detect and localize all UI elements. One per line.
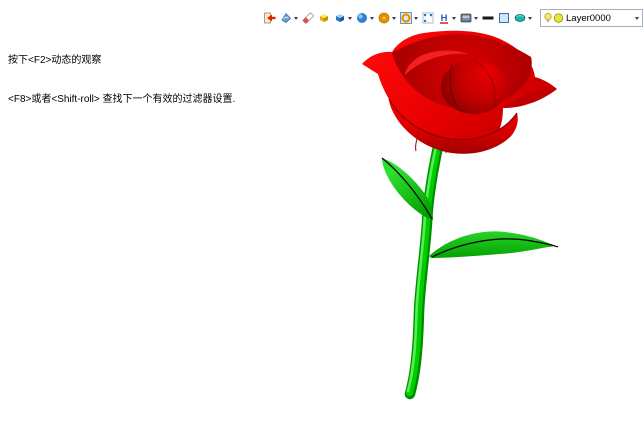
lightbulb-icon[interactable] [543, 12, 553, 24]
sphere-icon[interactable] [356, 12, 368, 24]
rose-flower[interactable] [362, 31, 557, 154]
cube-3d-dropdown[interactable] [347, 12, 352, 24]
exit-icon[interactable] [264, 12, 276, 24]
text-style-icon[interactable]: H [438, 12, 450, 24]
eraser-icon[interactable] [302, 12, 314, 24]
render-mode-icon[interactable] [280, 12, 292, 24]
layer-combobox[interactable]: Layer0000 [540, 9, 643, 27]
prompt-line-2: <F8>或者<Shift-roll> 查找下一个有效的过滤器设置. [8, 93, 235, 106]
rose-leaf-right[interactable] [429, 231, 558, 258]
wheel-dropdown[interactable] [391, 12, 396, 24]
box-yellow-icon[interactable] [318, 12, 330, 24]
cad-window: { "app": { "background": "#ffffff" }, "s… [0, 0, 644, 430]
cube-3d-icon[interactable] [334, 12, 346, 24]
wheel-icon[interactable] [378, 12, 390, 24]
layer-color-icon[interactable] [553, 12, 564, 24]
display-icon[interactable] [460, 12, 472, 24]
command-prompt-text: 按下<F2>动态的观察 <F8>或者<Shift-roll> 查找下一个有效的过… [8, 28, 235, 119]
rose-model[interactable] [362, 31, 558, 394]
text-style-dropdown[interactable] [451, 12, 456, 24]
torus-dropdown[interactable] [413, 12, 418, 24]
rose-stem[interactable] [408, 133, 441, 394]
torus-icon[interactable] [400, 12, 412, 24]
render-mode-dropdown[interactable] [293, 12, 298, 24]
material-icon[interactable] [514, 12, 526, 24]
material-dropdown[interactable] [527, 12, 532, 24]
layer-name: Layer0000 [566, 13, 632, 24]
sphere-dropdown[interactable] [369, 12, 374, 24]
lineweight-icon[interactable] [482, 12, 494, 24]
render-toolbar: H [264, 9, 643, 27]
plane-icon[interactable] [498, 12, 510, 24]
display-dropdown[interactable] [473, 12, 478, 24]
viewport-icon[interactable] [422, 12, 434, 24]
prompt-line-1: 按下<F2>动态的观察 [8, 54, 235, 67]
layer-combo-dropdown[interactable] [632, 11, 642, 25]
